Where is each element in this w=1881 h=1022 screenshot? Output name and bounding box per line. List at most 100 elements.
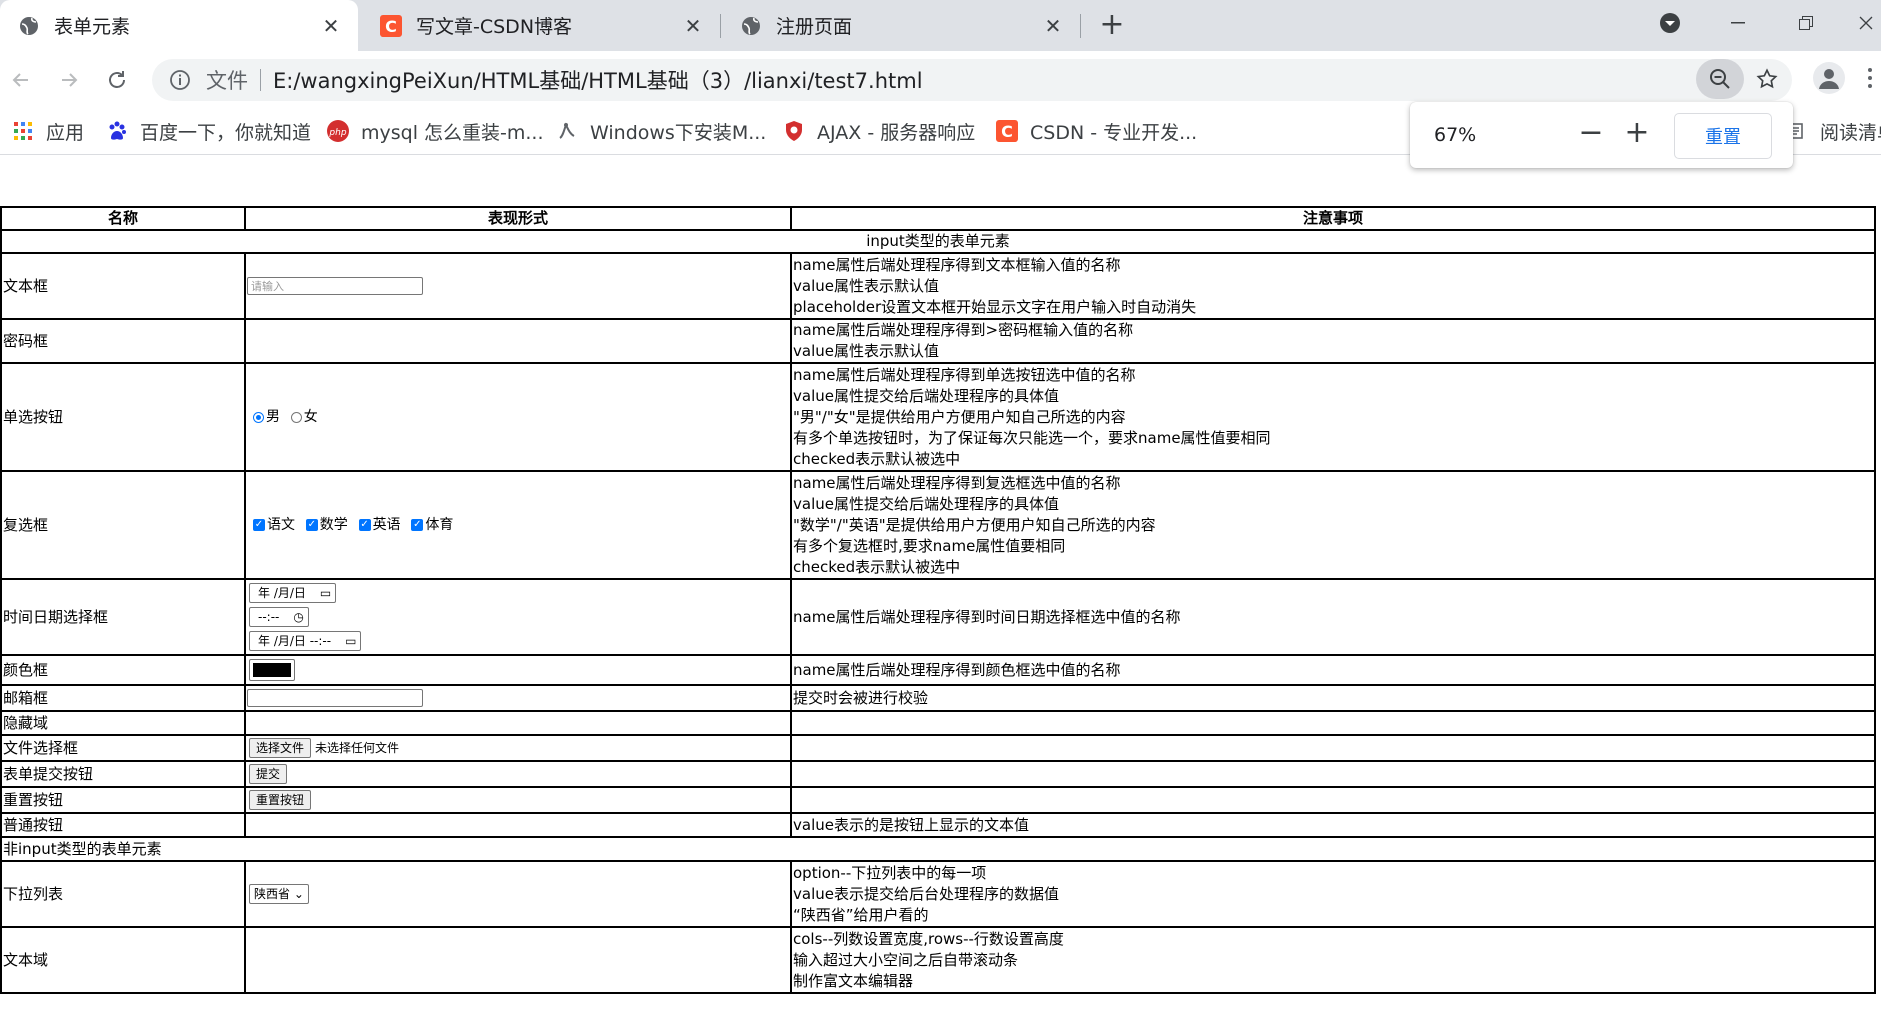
tab-forms[interactable]: 表单元素 ✕ [0,0,358,51]
close-icon[interactable]: ✕ [320,14,342,38]
choose-file-button[interactable]: 选择文件 [249,738,312,758]
svg-text:C: C [1001,122,1013,141]
file-status: 未选择任何文件 [315,740,400,755]
radio-female[interactable] [290,411,302,423]
new-tab-button[interactable]: + [1098,10,1126,40]
row-name: 文件选择框 [0,734,246,762]
table-row: 时间日期选择框 年 /月/日 ▭ --:-- ◷ 年 /月/日 --:-- ▭ nam… [0,578,1876,656]
table-row: 颜色框 name属性后端处理程序得到颜色框选中值的名称 [0,654,1876,686]
info-icon[interactable] [168,68,192,92]
table-row: 文件选择框 选择文件 未选择任何文件 [0,734,1876,762]
time-value: --:-- [258,610,280,624]
email-input[interactable] [247,689,423,707]
reset-button[interactable]: 重置按钮 [249,790,312,810]
row-control: 重置按钮 [244,786,792,814]
textarea-cell[interactable] [244,926,792,994]
date-input[interactable]: 年 /月/日 ▭ [249,583,337,603]
text-input[interactable]: 请输入 [247,277,423,295]
date-value: 年 /月/日 [258,586,306,600]
csdn-icon: C [996,120,1018,142]
note-line: option--下拉列表中的每一项 [793,863,987,882]
note-line: 有多个复选框时,要求name属性值要相同 [793,536,1066,555]
tab-search-icon[interactable] [1650,8,1690,38]
scheme-label: 文件 [206,69,248,93]
row-name: 单选按钮 [0,362,246,472]
baidu-icon [106,120,128,142]
zoom-in-button[interactable]: + [1620,116,1654,152]
checkbox-pe[interactable]: ✓ [411,519,424,531]
calendar-icon[interactable]: ▭ [345,632,356,650]
table-row: 密码框 name属性后端处理程序得到>密码框输入值的名称 value属性表示默认… [0,318,1876,364]
row-name: 下拉列表 [0,860,246,928]
tab-register[interactable]: 注册页面 ✕ [722,0,1080,51]
bookmark-label: 百度一下，你就知道 [140,121,312,144]
close-icon[interactable]: ✕ [1042,14,1064,38]
row-control: 选择文件 未选择任何文件 [244,734,792,762]
header-name: 名称 [0,206,246,231]
back-button[interactable] [4,63,38,97]
checkbox-math[interactable]: ✓ [305,519,318,531]
province-select[interactable]: 陕西省 ⌄ [249,884,309,904]
address-bar[interactable]: 文件 E:/wangxingPeiXun/HTML基础/HTML基础（3）/li… [152,59,1792,101]
row-name: 表单提交按钮 [0,760,246,788]
bookmark-label: mysql 怎么重装-m... [361,121,544,144]
bookmark-mysql[interactable]: php mysql 怎么重装-m... [327,116,544,146]
row-notes: option--下拉列表中的每一项 value表示提交给后台处理程序的数据值 “… [790,860,1876,928]
datetime-input[interactable]: 年 /月/日 --:-- ▭ [249,631,362,651]
person-icon [1819,69,1839,89]
section-title-non-input: 非input类型的表单元素 [0,836,1876,862]
tab-title: 表单元素 [54,16,131,38]
restore-button[interactable] [1786,8,1826,38]
note-line: checked表示默认被选中 [793,449,961,468]
clock-icon[interactable]: ◷ [293,608,303,626]
bookmark-star-icon[interactable] [1752,64,1782,94]
svg-text:C: C [385,17,397,36]
row-control [244,710,792,736]
url-text[interactable]: E:/wangxingPeiXun/HTML基础/HTML基础（3）/lianx… [273,65,923,95]
more-menu-icon[interactable] [1864,62,1876,94]
close-window-button[interactable] [1846,8,1881,38]
bookmark-label: CSDN - 专业开发... [1030,121,1198,144]
datetime-value: 年 /月/日 --:-- [258,634,332,648]
row-name: 普通按钮 [0,812,246,838]
reload-icon [109,71,125,88]
note-line: value属性表示默认值 [793,342,939,360]
bookmark-windows[interactable]: Windows下安装M... [556,116,766,146]
zoom-out-button[interactable]: − [1574,116,1608,152]
row-control [244,684,792,712]
minimize-button[interactable] [1718,8,1758,38]
note-line: value表示提交给后台处理程序的数据值 [793,884,1059,903]
checkbox-english[interactable]: ✓ [358,519,371,531]
bookmark-csdn[interactable]: C CSDN - 专业开发... [996,116,1197,146]
calendar-icon[interactable]: ▭ [320,584,331,602]
php-icon: php [327,120,349,142]
note-line: 有多个单选按钮时，为了保证每次只能选一个，要求name属性值要相同 [793,428,1271,447]
zoom-icon[interactable] [1696,59,1744,99]
row-notes: name属性后端处理程序得到颜色框选中值的名称 [790,654,1876,686]
divider [260,69,261,91]
time-input[interactable]: --:-- ◷ [249,607,309,627]
section-row: input类型的表单元素 [0,229,1876,254]
checkbox-label: 英语 [372,516,401,533]
bookmark-apps[interactable]: 应用 [12,116,84,146]
password-input[interactable] [244,318,792,364]
zoom-reset-button[interactable]: 重置 [1674,113,1772,159]
color-input[interactable] [249,659,295,681]
tab-csdn[interactable]: C 写文章-CSDN博客 ✕ [362,0,720,51]
bookmark-baidu[interactable]: 百度一下，你就知道 [106,116,311,146]
tab-separator [720,14,721,38]
bookmark-ajax[interactable]: AJAX - 服务器响应 [783,116,975,146]
checkbox-chinese[interactable]: ✓ [253,519,265,531]
forward-button[interactable] [52,63,86,97]
bookmark-reading-list[interactable]: 阅读清单 [1786,116,1881,146]
note-line: name属性后端处理程序得到颜色框选中值的名称 [793,660,1121,679]
profile-avatar[interactable] [1813,62,1845,94]
chevron-down-icon: ⌄ [293,887,304,901]
close-icon[interactable]: ✕ [682,14,704,38]
row-name: 复选框 [0,470,246,580]
zoom-level: 67% [1434,124,1477,146]
reload-button[interactable] [100,63,134,97]
row-control: ✓ 语文 ✓ 数学 ✓ 英语 ✓ 体育 [244,470,792,580]
radio-male[interactable] [253,411,264,423]
submit-button[interactable]: 提交 [249,764,288,784]
